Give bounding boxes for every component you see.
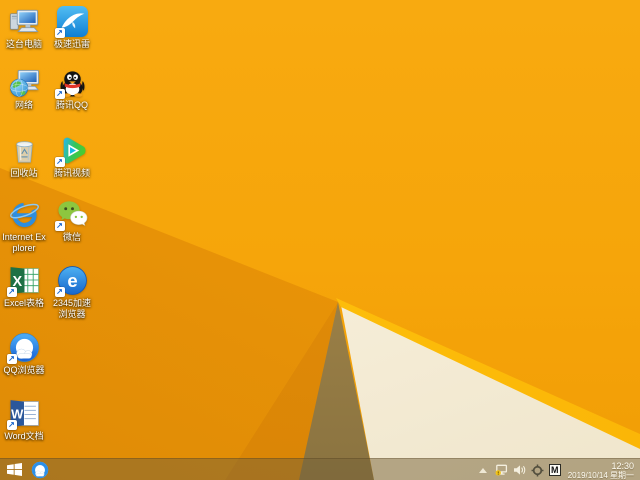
taskbar-clock[interactable]: 12:30 2019/10/14 星期一 xyxy=(566,460,637,480)
icon-label: Excel表格 xyxy=(3,298,44,308)
taskbar-pinned-qq-browser[interactable] xyxy=(31,461,49,479)
desktop-icon-internet-explorer[interactable]: Internet Explorer xyxy=(1,199,47,254)
speaker-icon xyxy=(513,465,525,475)
icon-label: 回收站 xyxy=(10,168,38,178)
internet-explorer-icon xyxy=(9,199,40,230)
desktop-icon-tencent-qq[interactable]: 腾讯QQ xyxy=(49,67,95,111)
svg-text:e: e xyxy=(67,270,77,291)
recycle-bin-icon xyxy=(9,135,40,166)
desktop-icon-qq-browser[interactable]: QQ浏览器 xyxy=(1,332,47,376)
word-icon: W xyxy=(6,398,40,430)
network-status-tray[interactable] xyxy=(495,464,508,476)
desktop: 这台电脑 极速迅雷 xyxy=(0,0,640,480)
desktop-icon-2345-browser[interactable]: e 2345加速浏览器 xyxy=(49,265,95,320)
shortcut-arrow-icon xyxy=(54,89,65,99)
desktop-icon-this-pc[interactable]: 这台电脑 xyxy=(1,6,47,50)
icon-label: 腾讯QQ xyxy=(55,100,88,110)
icon-label: 微信 xyxy=(62,232,81,242)
icon-label: 2345加速浏览器 xyxy=(52,298,92,319)
clock-time: 12:30 xyxy=(611,461,634,471)
network-warning-icon xyxy=(495,464,507,476)
desktop-icon-network[interactable]: 网络 xyxy=(1,67,47,111)
this-pc-icon xyxy=(9,6,40,37)
windows-logo-icon xyxy=(7,463,22,476)
safety-center-tray[interactable] xyxy=(531,464,544,476)
show-hidden-icons-button[interactable] xyxy=(477,464,490,476)
shortcut-arrow-icon xyxy=(54,157,65,167)
start-button[interactable] xyxy=(7,463,22,476)
qq-browser-icon xyxy=(31,461,49,479)
icon-label: 这台电脑 xyxy=(5,39,42,49)
shortcut-arrow-icon xyxy=(6,287,17,297)
desktop-icon-excel[interactable]: X Excel表格 xyxy=(1,265,47,309)
2345-browser-icon: e xyxy=(54,265,88,297)
clock-date: 2019/10/14 星期一 xyxy=(567,471,634,480)
system-tray: M 12:30 2019/10/14 星期一 xyxy=(477,459,637,480)
icon-label: 网络 xyxy=(14,100,33,110)
network-globe-icon xyxy=(9,67,40,98)
desktop-icon-recycle-bin[interactable]: 回收站 xyxy=(1,135,47,179)
crosshair-circle-icon xyxy=(531,464,544,476)
qq-browser-icon xyxy=(6,332,40,364)
shortcut-arrow-icon xyxy=(54,28,65,38)
wechat-bubbles-icon xyxy=(54,199,88,231)
icon-label: QQ浏览器 xyxy=(3,365,45,375)
input-method-indicator[interactable]: M xyxy=(548,464,561,476)
taskbar: M 12:30 2019/10/14 星期一 xyxy=(0,458,640,480)
desktop-icon-xunlei[interactable]: 极速迅雷 xyxy=(49,6,95,50)
qq-penguin-icon xyxy=(54,67,88,99)
excel-icon: X xyxy=(6,265,40,297)
icon-label: 腾讯视频 xyxy=(53,168,90,178)
xunlei-bird-icon xyxy=(54,6,88,38)
desktop-icon-wechat[interactable]: 微信 xyxy=(49,199,95,243)
shortcut-arrow-icon xyxy=(54,287,65,297)
icon-label: Internet Explorer xyxy=(2,232,46,253)
icon-label: Word文档 xyxy=(4,431,44,441)
tencent-video-play-icon xyxy=(54,135,88,167)
shortcut-arrow-icon xyxy=(54,221,65,231)
shortcut-arrow-icon xyxy=(6,420,17,430)
icon-label: 极速迅雷 xyxy=(53,39,90,49)
chevron-up-icon xyxy=(479,467,488,473)
desktop-icon-tencent-video[interactable]: 腾讯视频 xyxy=(49,135,95,179)
shortcut-arrow-icon xyxy=(6,354,17,364)
volume-tray[interactable] xyxy=(513,464,526,476)
desktop-icon-word[interactable]: W Word文档 xyxy=(1,398,47,442)
